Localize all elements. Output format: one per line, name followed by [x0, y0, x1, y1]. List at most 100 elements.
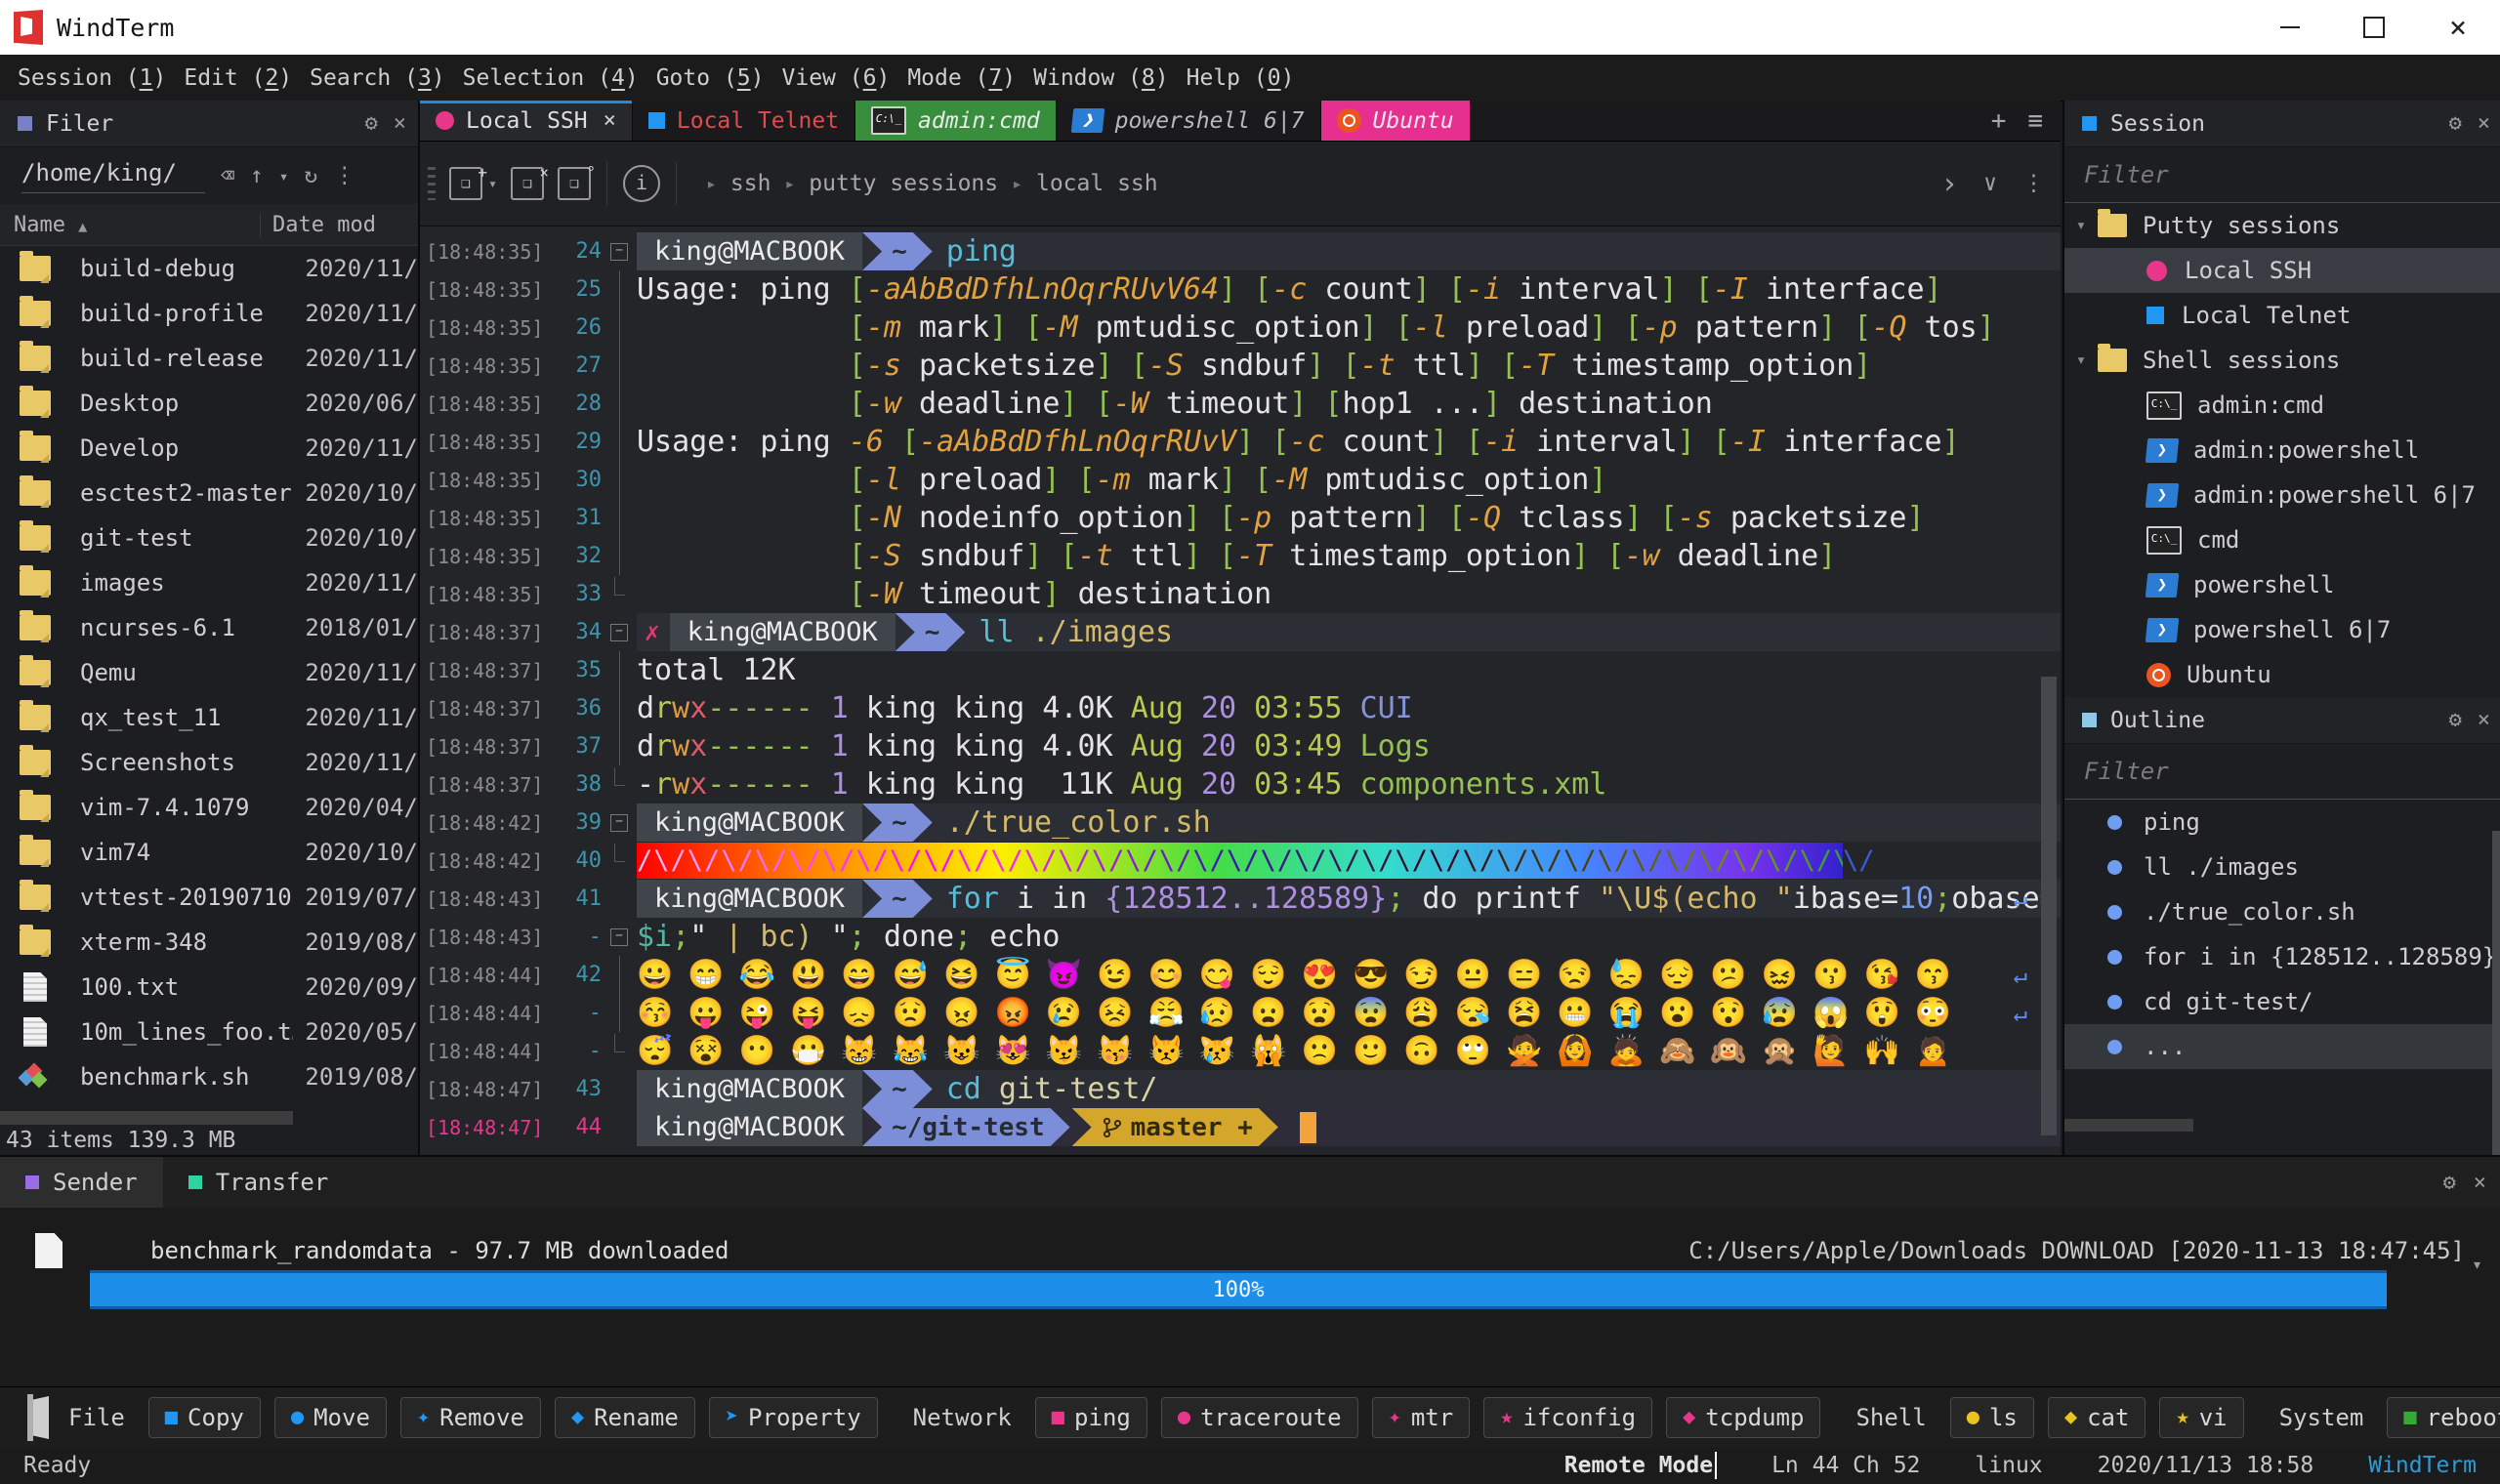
maximize-button[interactable]: [2332, 0, 2416, 55]
session-item-admin-powershell-6-7[interactable]: ❯ admin:powershell 6|7: [2064, 473, 2500, 517]
tab-powershell-6-7[interactable]: ❯ powershell 6|7: [1057, 101, 1321, 141]
transfer-settings-icon[interactable]: ⚙: [2443, 1171, 2456, 1195]
breadcrumb-ssh[interactable]: ssh: [730, 171, 771, 196]
file-row[interactable]: xterm-348 2019/08/: [0, 920, 418, 965]
menu-selection[interactable]: Selection (4): [463, 65, 639, 91]
transfer-collapse-icon[interactable]: ▾: [2472, 1255, 2482, 1275]
session-item-local-ssh[interactable]: Local SSH: [2064, 248, 2500, 293]
tab-list-icon[interactable]: ≡: [2027, 106, 2043, 136]
file-row[interactable]: esctest2-master 2020/10/: [0, 471, 418, 515]
toolbar-button-vi[interactable]: ★ vi: [2159, 1397, 2244, 1438]
menu-search[interactable]: Search (3): [310, 65, 445, 91]
expand-chevron-icon[interactable]: ∨: [1983, 171, 1997, 196]
toolbar-button-reboot[interactable]: ■reboot: [2387, 1397, 2500, 1438]
file-row[interactable]: vttest-20190710 2019/07/: [0, 875, 418, 920]
session-filter[interactable]: Filter: [2064, 147, 2500, 203]
filer-settings-icon[interactable]: ⚙: [365, 111, 378, 136]
new-session-dropdown-icon[interactable]: ▾: [488, 175, 497, 192]
toolbar-button-rename[interactable]: ◆ Rename: [554, 1397, 695, 1438]
session-group-putty-sessions[interactable]: ▾ Putty sessions: [2064, 203, 2500, 248]
outline-item[interactable]: ping: [2064, 800, 2500, 845]
status-datetime[interactable]: 2020/11/13 18:58: [2098, 1453, 2314, 1478]
path-input[interactable]: /home/king/: [21, 159, 205, 193]
file-row[interactable]: git-test 2020/10/: [0, 515, 418, 560]
session-close-icon[interactable]: ×: [2478, 111, 2490, 136]
outline-settings-icon[interactable]: ⚙: [2449, 708, 2462, 732]
file-row[interactable]: Desktop 2020/06/: [0, 381, 418, 426]
tab-local-ssh[interactable]: Local SSH ×: [420, 101, 633, 141]
file-row[interactable]: qx_test_11 2020/11/: [0, 695, 418, 740]
terminal-vertical-scrollbar[interactable]: [2041, 677, 2057, 1135]
new-session-icon[interactable]: ❏ +: [449, 163, 487, 200]
close-session-icon[interactable]: ❏ ×: [511, 163, 549, 200]
filer-close-icon[interactable]: ×: [394, 111, 406, 136]
tab-admin-cmd[interactable]: C:\_ admin:cmd: [855, 101, 1057, 141]
file-row[interactable]: Develop 2020/11/: [0, 426, 418, 471]
info-icon[interactable]: i: [623, 165, 661, 202]
column-header-name[interactable]: Name ▲: [14, 213, 260, 237]
clear-path-icon[interactable]: ⌫: [221, 163, 234, 188]
outline-item[interactable]: ...: [2064, 1024, 2500, 1069]
fold-icon[interactable]: −: [610, 242, 628, 261]
session-item-local-telnet[interactable]: Local Telnet: [2064, 293, 2500, 338]
outline-item[interactable]: cd git-test/: [2064, 979, 2500, 1024]
toolbar-button-ifconfig[interactable]: ★ ifconfig: [1483, 1397, 1653, 1438]
reopen-session-icon[interactable]: ❏ °: [558, 163, 596, 200]
outline-filter[interactable]: Filter: [2064, 744, 2500, 800]
terminal-menu-icon[interactable]: ⋮: [2022, 171, 2045, 196]
fold-icon[interactable]: −: [610, 813, 628, 832]
toolbar-button-tcpdump[interactable]: ◆ tcpdump: [1666, 1397, 1821, 1438]
menu-edit[interactable]: Edit (2): [184, 65, 292, 91]
outline-item[interactable]: ./true_color.sh: [2064, 889, 2500, 934]
transfer-tab-sender[interactable]: Sender: [0, 1157, 163, 1208]
file-row[interactable]: build-debug 2020/11/: [0, 246, 418, 291]
status-app-name[interactable]: WindTerm: [2368, 1453, 2477, 1478]
menu-help[interactable]: Help (0): [1187, 65, 1295, 91]
transfer-file-row[interactable]: benchmark_randomdata - 97.7 MB downloade…: [0, 1233, 2500, 1268]
menu-view[interactable]: View (6): [782, 65, 891, 91]
session-item-cmd[interactable]: C:\_ cmd: [2064, 517, 2500, 562]
toolbar-button-copy[interactable]: ■ Copy: [147, 1397, 261, 1438]
session-settings-icon[interactable]: ⚙: [2449, 111, 2462, 136]
toolbar-grip[interactable]: [428, 167, 436, 200]
door-icon[interactable]: [27, 1394, 33, 1441]
outline-item[interactable]: ll ./images: [2064, 845, 2500, 889]
file-row[interactable]: 10m_lines_foo.t… 2020/05/: [0, 1010, 418, 1054]
minimize-button[interactable]: [2248, 0, 2332, 55]
session-item-powershell-6-7[interactable]: ❯ powershell 6|7: [2064, 607, 2500, 652]
file-row[interactable]: build-profile 2020/11/: [0, 291, 418, 336]
toolbar-button-property[interactable]: ➤ Property: [708, 1397, 878, 1438]
terminal-output[interactable]: [18:48:35] 24− king@MACBOOK ~ ping [18:48:35]…: [420, 227, 2061, 1146]
toolbar-button-remove[interactable]: ✦ Remove: [399, 1397, 541, 1438]
path-dropdown-icon[interactable]: ▾: [279, 167, 289, 186]
menu-window[interactable]: Window (8): [1033, 65, 1169, 91]
run-chevron-icon[interactable]: ›: [1940, 167, 1958, 201]
refresh-icon[interactable]: ↻: [304, 163, 317, 188]
outline-item[interactable]: for i in {128512..128589}: [2064, 934, 2500, 979]
session-item-admin-powershell[interactable]: ❯ admin:powershell: [2064, 428, 2500, 473]
filer-menu-icon[interactable]: ⋮: [333, 163, 355, 188]
breadcrumb-putty-sessions[interactable]: putty sessions: [809, 171, 998, 196]
file-row[interactable]: benchmark.sh 2019/08/: [0, 1054, 418, 1099]
transfer-close-icon[interactable]: ×: [2474, 1171, 2486, 1195]
outline-horizontal-scrollbar[interactable]: [2064, 1119, 2193, 1132]
toolbar-button-cat[interactable]: ◆ cat: [2047, 1397, 2146, 1438]
status-os[interactable]: linux: [1975, 1453, 2042, 1478]
toolbar-button-move[interactable]: ● Move: [273, 1397, 387, 1438]
new-tab-icon[interactable]: +: [1991, 106, 2007, 136]
session-group-shell-sessions[interactable]: ▾ Shell sessions: [2064, 338, 2500, 383]
file-row[interactable]: vim-7.4.1079 2020/04/: [0, 785, 418, 830]
file-row[interactable]: build-release 2020/11/: [0, 336, 418, 381]
file-row[interactable]: ncurses-6.1 2018/01/: [0, 605, 418, 650]
toolbar-button-mtr[interactable]: ✦ mtr: [1371, 1397, 1471, 1438]
status-cursor-position[interactable]: Ln 44 Ch 52: [1771, 1453, 1920, 1478]
menu-session[interactable]: Session (1): [18, 65, 166, 91]
close-button[interactable]: ×: [2416, 0, 2500, 55]
filer-horizontal-scrollbar[interactable]: [0, 1111, 293, 1125]
file-row[interactable]: images 2020/11/: [0, 560, 418, 605]
transfer-tab-transfer[interactable]: Transfer: [163, 1157, 354, 1208]
file-row[interactable]: 100.txt 2020/09/: [0, 965, 418, 1010]
tab-local-telnet[interactable]: Local Telnet: [633, 101, 856, 141]
up-directory-icon[interactable]: ↑: [250, 163, 264, 188]
toolbar-button-traceroute[interactable]: ● traceroute: [1160, 1397, 1358, 1438]
